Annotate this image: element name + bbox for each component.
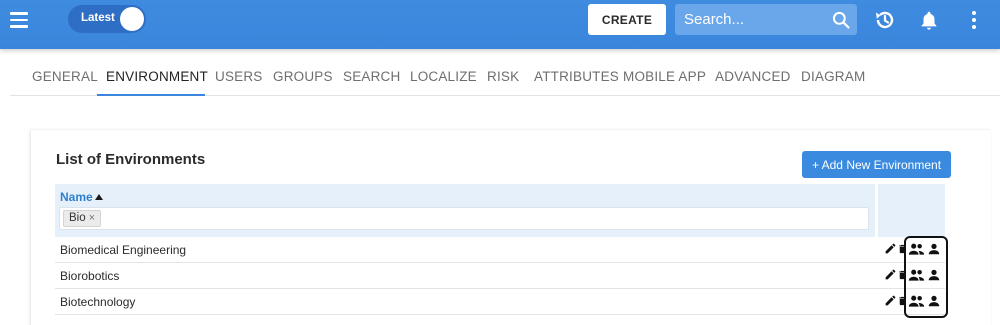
tab-diagram[interactable]: DIAGRAM — [801, 69, 865, 84]
search-icon[interactable] — [831, 10, 851, 30]
create-button[interactable]: CREATE — [588, 4, 666, 35]
edit-icon[interactable] — [884, 294, 897, 307]
table-header: Name Bio × — [55, 184, 875, 237]
environment-name[interactable]: Biotechnology — [60, 295, 135, 309]
menu-icon[interactable] — [10, 12, 28, 28]
active-tab-indicator — [97, 94, 205, 96]
edit-icon[interactable] — [884, 242, 897, 255]
filter-chip: Bio × — [63, 210, 102, 227]
tab-users[interactable]: USERS — [215, 69, 263, 84]
top-app-bar: Latest CREATE — [0, 0, 1000, 49]
tab-groups[interactable]: GROUPS — [273, 69, 333, 84]
table-row: Biomedical Engineering — [55, 237, 945, 263]
environment-name[interactable]: Biorobotics — [60, 269, 119, 283]
tab-attributes[interactable]: ATTRIBUTES — [534, 69, 619, 84]
highlight-box — [904, 236, 948, 318]
table-row: Biorobotics — [55, 263, 945, 289]
tab-environment[interactable]: ENVIRONMENT — [106, 69, 208, 84]
tab-general[interactable]: GENERAL — [32, 69, 98, 84]
name-filter-input[interactable]: Bio × — [59, 207, 869, 230]
more-vert-icon[interactable] — [964, 9, 984, 31]
bell-icon[interactable] — [918, 8, 940, 32]
toggle-label: Latest — [81, 12, 115, 24]
remove-chip-icon[interactable]: × — [89, 212, 95, 224]
environments-panel: List of Environments + Add New Environme… — [31, 130, 991, 325]
filter-chip-label: Bio — [69, 212, 86, 224]
tab-risk[interactable]: RISK — [487, 69, 519, 84]
history-icon[interactable] — [873, 8, 897, 32]
search-box — [675, 4, 857, 35]
tab-mobile-app[interactable]: MOBILE APP — [623, 69, 706, 84]
tab-advanced[interactable]: ADVANCED — [715, 69, 791, 84]
table-row: Biotechnology — [55, 289, 945, 315]
edit-icon[interactable] — [884, 268, 897, 281]
toggle-knob — [120, 7, 144, 31]
name-column-header[interactable]: Name — [60, 190, 93, 204]
tab-search[interactable]: SEARCH — [343, 69, 400, 84]
latest-toggle[interactable]: Latest — [68, 5, 146, 33]
panel-title: List of Environments — [56, 151, 206, 168]
environment-name[interactable]: Biomedical Engineering — [60, 243, 186, 257]
add-new-environment-button[interactable]: + Add New Environment — [802, 151, 951, 178]
actions-column-header — [878, 184, 945, 237]
sort-asc-icon[interactable] — [95, 194, 103, 200]
tab-localize[interactable]: LOCALIZE — [410, 69, 477, 84]
settings-tabs: GENERAL ENVIRONMENT USERS GROUPS SEARCH … — [10, 58, 1000, 96]
search-input[interactable] — [684, 4, 824, 35]
